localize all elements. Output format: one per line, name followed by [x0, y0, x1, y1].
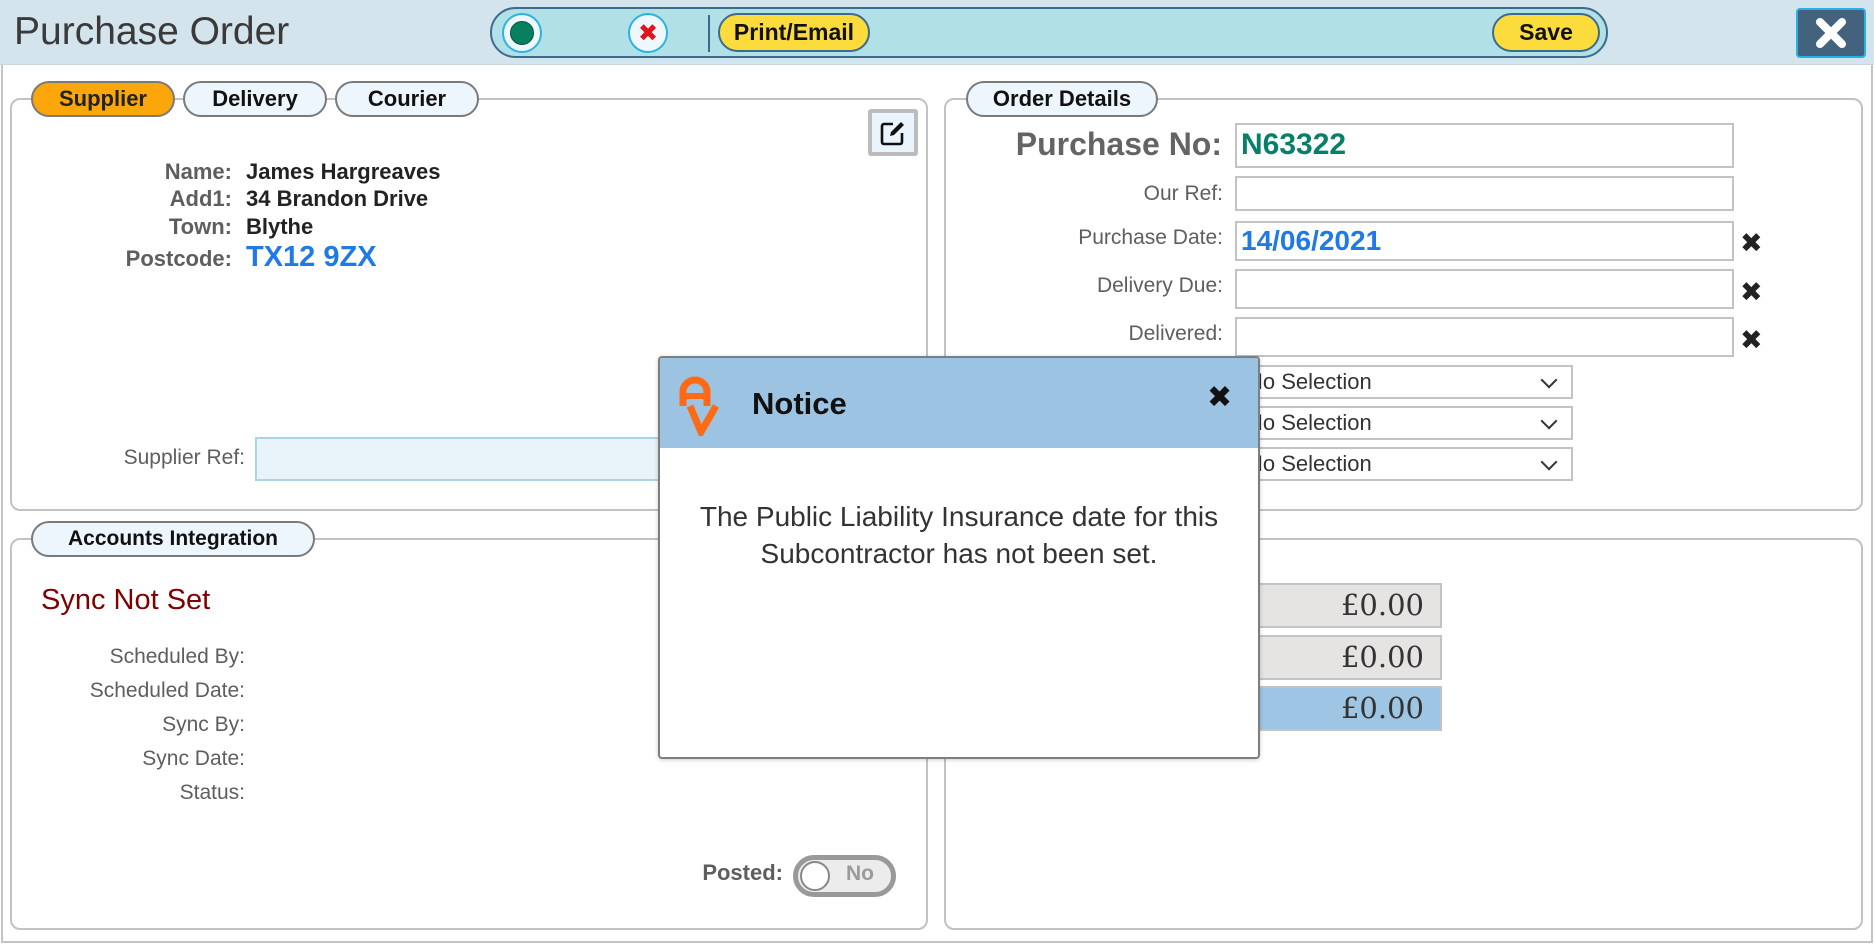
tab-order-details: Order Details [966, 81, 1158, 117]
print-email-button[interactable]: Print/Email [718, 13, 870, 52]
green-dot-icon [510, 21, 534, 45]
add1-value: 34 Brandon Drive [246, 186, 429, 211]
cancel-button[interactable]: ✖ [628, 13, 668, 53]
toolbar: ✖ Print/Email Save [490, 7, 1608, 58]
scheduled-by-label: Scheduled By: [109, 645, 245, 668]
toggle-knob [800, 861, 830, 891]
supplier-ref-label: Supplier Ref: [123, 446, 245, 469]
purchase-no-input[interactable]: N63322 [1235, 123, 1734, 168]
red-x-icon: ✖ [637, 19, 659, 47]
sync-by-label: Sync By: [162, 713, 245, 736]
scheduled-date-label: Scheduled Date: [89, 679, 245, 702]
tab-delivery[interactable]: Delivery [183, 81, 327, 117]
order-select-3-value: No Selection [1247, 451, 1372, 476]
order-select-1[interactable]: No Selection [1235, 365, 1573, 399]
add1-label: Add1: [169, 186, 232, 211]
purchase-date-label: Purchase Date: [1078, 226, 1223, 249]
our-ref-label: Our Ref: [1143, 182, 1223, 205]
clear-purchase-date-icon[interactable]: ✖ [1740, 230, 1763, 257]
postcode-label: Postcode: [125, 246, 232, 271]
chevron-down-icon [1540, 412, 1558, 430]
delivery-due-input[interactable] [1235, 269, 1734, 309]
delivered-input[interactable] [1235, 317, 1734, 357]
town-label: Town: [168, 214, 232, 239]
our-ref-input[interactable] [1235, 176, 1734, 211]
save-button[interactable]: Save [1492, 13, 1600, 52]
edit-icon [880, 121, 904, 145]
av-logo [679, 376, 720, 436]
order-select-2[interactable]: No Selection [1235, 406, 1573, 440]
modal-title: Notice [752, 386, 847, 421]
purchase-date-input[interactable]: 14/06/2021 [1235, 221, 1734, 261]
tab-accounts-integration: Accounts Integration [31, 521, 315, 557]
edit-supplier-button[interactable] [868, 109, 918, 156]
modal-header: Notice ✖ [660, 358, 1258, 448]
tab-courier[interactable]: Courier [335, 81, 479, 117]
sync-status: Sync Not Set [41, 584, 211, 616]
close-window-button[interactable] [1796, 8, 1866, 58]
sync-date-label: Sync Date: [142, 747, 245, 770]
modal-message: The Public Liability Insurance date for … [699, 501, 1219, 569]
order-select-3[interactable]: No Selection [1235, 447, 1573, 481]
postcode-value[interactable]: TX12 9ZX [246, 241, 377, 274]
name-label: Name: [164, 159, 232, 184]
posted-value: No [846, 862, 874, 885]
town-value: Blythe [246, 214, 314, 239]
chevron-down-icon [1540, 371, 1558, 389]
posted-toggle[interactable]: No [793, 855, 896, 897]
order-select-2-value: No Selection [1247, 410, 1372, 435]
posted-label: Posted: [702, 860, 783, 885]
status-label: Status: [179, 781, 245, 804]
tab-supplier[interactable]: Supplier [31, 81, 175, 117]
purchase-no-label: Purchase No: [1015, 126, 1222, 162]
clear-delivery-due-icon[interactable]: ✖ [1740, 279, 1763, 306]
toolbar-divider [708, 15, 710, 52]
chevron-down-icon [1540, 453, 1558, 471]
header-bar: Purchase Order ✖ Print/Email Save [0, 0, 1874, 65]
name-value: James Hargreaves [246, 159, 441, 184]
notice-modal: Notice ✖ The Public Liability Insurance … [658, 356, 1260, 759]
clear-delivered-icon[interactable]: ✖ [1740, 327, 1763, 354]
order-select-1-value: No Selection [1247, 369, 1372, 394]
delivered-label: Delivered: [1128, 322, 1223, 345]
modal-close-button[interactable]: ✖ [1207, 383, 1232, 413]
status-button[interactable] [502, 13, 542, 53]
page-title: Purchase Order [14, 10, 290, 53]
close-icon [1816, 18, 1846, 48]
delivery-due-label: Delivery Due: [1096, 274, 1223, 297]
close-icon: ✖ [1207, 380, 1233, 415]
